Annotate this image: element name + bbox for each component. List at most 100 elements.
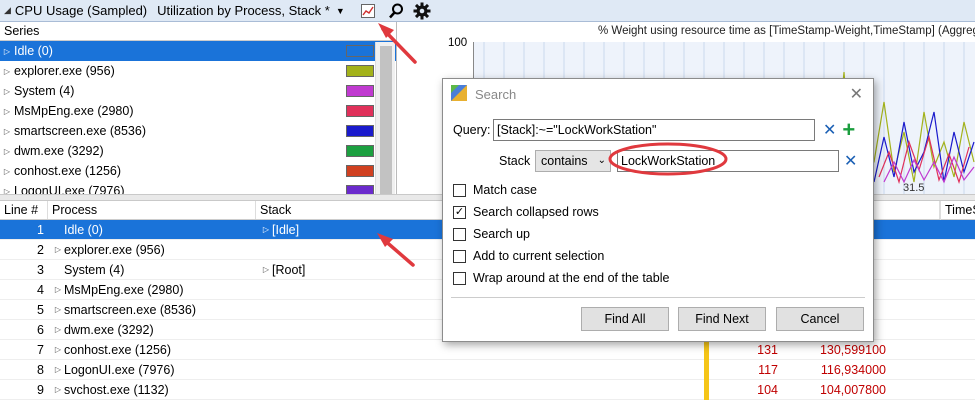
checkbox-box[interactable]	[453, 227, 466, 241]
expand-triangle-icon[interactable]: ▷	[0, 167, 14, 176]
cell-count: 131	[757, 342, 778, 357]
expand-triangle-icon[interactable]: ▷	[52, 305, 64, 314]
dialog-titlebar: Search	[443, 79, 873, 109]
series-color-swatch[interactable]	[346, 145, 374, 157]
expand-triangle-icon[interactable]: ▷	[0, 47, 14, 56]
table-row[interactable]: 9 ▷ svchost.exe (1132) 104 104,007800	[0, 379, 975, 400]
gear-icon[interactable]	[413, 2, 431, 20]
collapse-triangle-icon[interactable]: ◢	[4, 5, 11, 16]
expand-triangle-icon[interactable]: ▷	[52, 345, 64, 354]
series-item[interactable]: ▷ dwm.exe (3292)	[0, 141, 396, 161]
cell-stack-label: [Idle]	[272, 222, 300, 237]
cell-line: 9	[37, 382, 44, 397]
series-item[interactable]: ▷ MsMpEng.exe (2980)	[0, 101, 396, 121]
series-color-swatch[interactable]	[346, 185, 374, 194]
search-icon[interactable]	[387, 2, 405, 20]
option-label: Search up	[473, 227, 530, 241]
close-icon[interactable]: ✕	[850, 84, 863, 104]
expand-triangle-icon[interactable]: ▷	[0, 87, 14, 96]
series-item[interactable]: ▷ Idle (0)	[0, 41, 396, 61]
dialog-separator	[451, 297, 865, 298]
cell-weight: 104,007800	[819, 382, 886, 397]
series-color-swatch[interactable]	[346, 105, 374, 117]
add-condition-icon[interactable]: +	[842, 119, 855, 141]
cell-stack-label: [Root]	[272, 262, 306, 277]
cell-process: ▷ svchost.exe (1132)	[48, 383, 256, 397]
expand-triangle-icon[interactable]: ▷	[52, 285, 64, 294]
highlight-bar	[704, 359, 709, 380]
app-icon	[451, 84, 467, 104]
operator-select[interactable]: contains ⌄	[535, 150, 611, 172]
series-panel: Series ▷ Idle (0) ▷ explorer.exe (956) ▷ Syst…	[0, 22, 397, 194]
stack-value-input[interactable]: LockWorkStation	[617, 150, 839, 172]
checkbox-box[interactable]	[453, 249, 466, 263]
view-toolbar: ◢ CPU Usage (Sampled) Utilization by Pro…	[0, 0, 975, 22]
expand-triangle-icon[interactable]: ▷	[0, 187, 14, 195]
series-scrollbar[interactable]	[375, 42, 395, 194]
cell-process-label: svchost.exe (1132)	[64, 382, 169, 397]
cancel-button[interactable]: Cancel	[776, 307, 864, 331]
expand-triangle-icon[interactable]: ▷	[52, 385, 64, 394]
expand-triangle-icon[interactable]: ▷	[0, 67, 14, 76]
cell-process: ▷ smartscreen.exe (8536)	[48, 303, 256, 317]
series-header: Series	[0, 22, 396, 41]
table-row[interactable]: 8 ▷ LogonUI.exe (7976) 117 116,934000	[0, 359, 975, 380]
cell-process: ▷ dwm.exe (3292)	[48, 323, 256, 337]
dialog-title: Search	[475, 86, 517, 102]
stack-label: Stack	[499, 154, 531, 168]
series-color-swatch[interactable]	[346, 125, 374, 137]
series-item[interactable]: ▷ conhost.exe (1256)	[0, 161, 396, 181]
cell-line: 7	[37, 342, 44, 357]
expand-triangle-icon[interactable]: ▷	[52, 325, 64, 334]
option-checkbox[interactable]: Add to current selection	[453, 249, 604, 263]
checkbox-box[interactable]	[453, 183, 466, 197]
series-item[interactable]: ▷ explorer.exe (956)	[0, 61, 396, 81]
cell-process-label: smartscreen.exe (8536)	[64, 302, 197, 317]
series-color-swatch[interactable]	[346, 165, 374, 177]
find-next-button[interactable]: Find Next	[678, 307, 766, 331]
query-input[interactable]: [Stack]:~="LockWorkStation"	[493, 119, 815, 141]
chevron-down-icon[interactable]: ▼	[336, 6, 345, 16]
remove-condition-icon[interactable]: ✕	[844, 151, 857, 171]
operator-value: contains	[541, 154, 588, 168]
series-color-swatch[interactable]	[346, 65, 374, 77]
expand-triangle-icon[interactable]: ▷	[52, 245, 64, 254]
expand-triangle-icon[interactable]: ▷	[260, 265, 272, 274]
chevron-down-icon: ⌄	[597, 155, 606, 166]
find-all-button[interactable]: Find All	[581, 307, 669, 331]
column-header-timestamp[interactable]: TimeS	[940, 201, 975, 220]
cell-line: 5	[37, 302, 44, 317]
option-checkbox[interactable]: Wrap around at the end of the table	[453, 271, 669, 285]
query-label: Query:	[453, 123, 491, 137]
cell-line: 2	[37, 242, 44, 257]
cell-line: 3	[37, 262, 44, 277]
series-item-label: explorer.exe (956)	[14, 64, 115, 78]
expand-triangle-icon[interactable]: ▷	[260, 225, 272, 234]
cell-line: 6	[37, 322, 44, 337]
y-axis-label: 100	[448, 37, 468, 49]
cell-process: ▷ LogonUI.exe (7976)	[48, 363, 256, 377]
checkbox-box[interactable]	[453, 271, 466, 285]
option-checkbox[interactable]: Match case	[453, 183, 537, 197]
expand-triangle-icon[interactable]: ▷	[0, 147, 14, 156]
checkbox-box[interactable]: ✓	[453, 205, 466, 219]
stack-row: Stack contains ⌄ LockWorkStation ✕	[499, 150, 857, 172]
series-item[interactable]: ▷ System (4)	[0, 81, 396, 101]
preset-dropdown[interactable]: Utilization by Process, Stack *	[157, 3, 330, 18]
expand-triangle-icon[interactable]: ▷	[0, 127, 14, 136]
expand-triangle-icon[interactable]: ▷	[52, 365, 64, 374]
option-label: Search collapsed rows	[473, 205, 599, 219]
series-item[interactable]: ▷ smartscreen.exe (8536)	[0, 121, 396, 141]
series-item[interactable]: ▷ LogonUI.exe (7976)	[0, 181, 396, 194]
graph-display-icon[interactable]	[359, 2, 377, 20]
column-header-line[interactable]: Line #	[0, 201, 48, 219]
series-item-label: System (4)	[14, 84, 75, 98]
series-color-swatch[interactable]	[346, 45, 374, 57]
expand-triangle-icon[interactable]: ▷	[0, 107, 14, 116]
table-row[interactable]: 7 ▷ conhost.exe (1256) 131 130,599100	[0, 339, 975, 360]
clear-query-icon[interactable]: ✕	[823, 120, 836, 140]
option-checkbox[interactable]: Search up	[453, 227, 530, 241]
series-color-swatch[interactable]	[346, 85, 374, 97]
column-header-process[interactable]: Process	[48, 201, 256, 219]
option-checkbox[interactable]: ✓ Search collapsed rows	[453, 205, 599, 219]
